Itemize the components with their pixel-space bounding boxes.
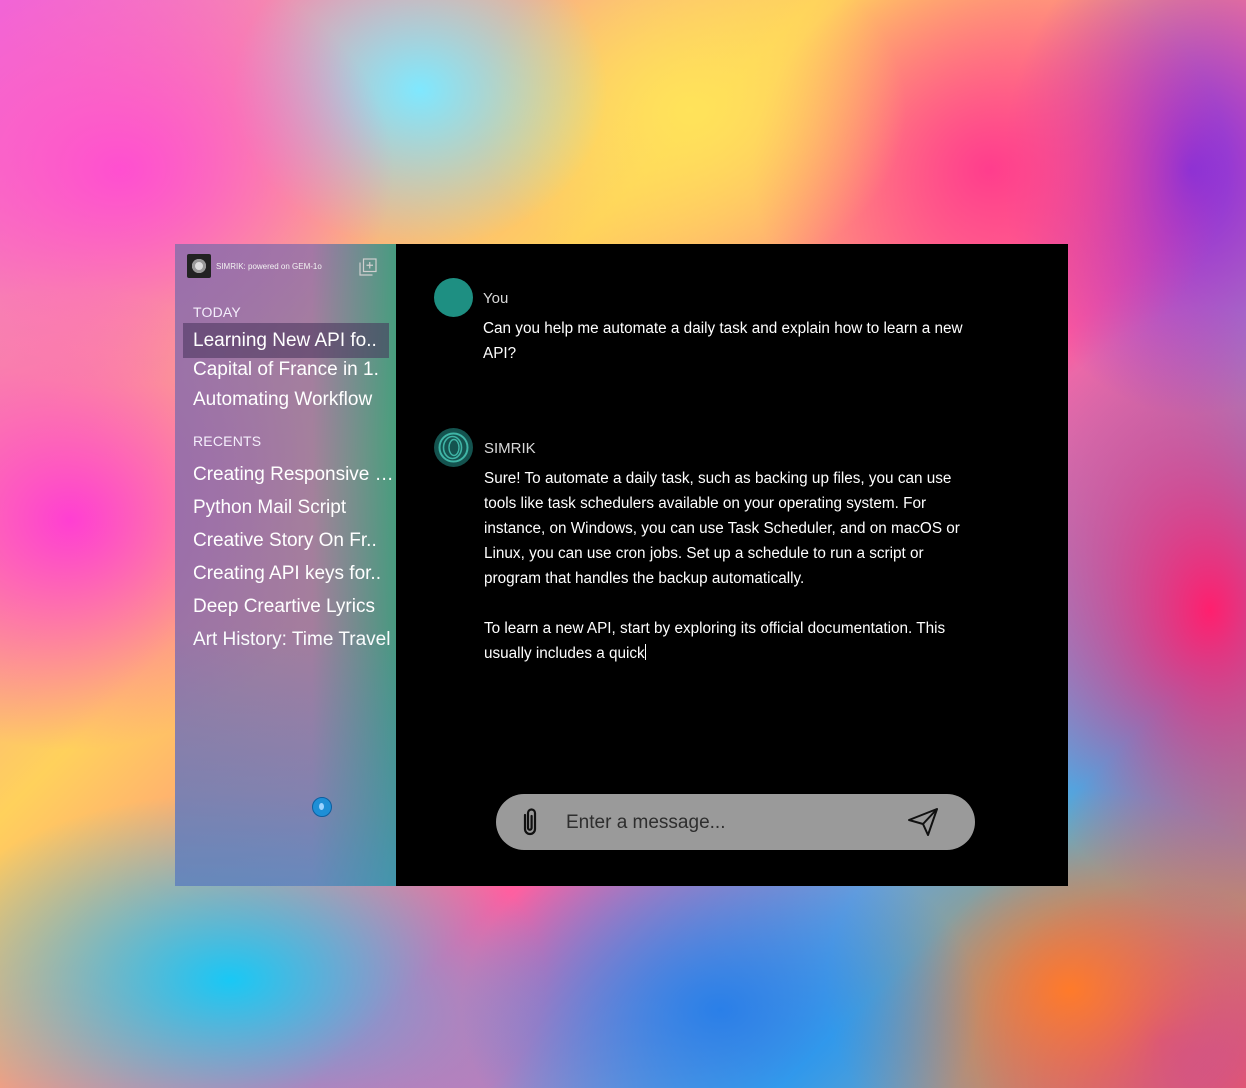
typing-cursor [644, 644, 646, 660]
bot-paragraph-text: To learn a new API, start by exploring i… [484, 620, 946, 662]
bot-name: SIMRIK [484, 440, 536, 457]
chat-window: SIMRIK: powered on GEM-1o TODAY Learning… [175, 244, 1068, 886]
paperclip-icon[interactable] [518, 807, 542, 837]
simrik-logo-icon [187, 254, 211, 278]
brand: SIMRIK: powered on GEM-1o [187, 254, 322, 278]
help-bubble-icon[interactable] [312, 797, 332, 817]
sidebar-item-recent-3[interactable]: Creating API keys for.. [193, 562, 395, 586]
new-chat-icon[interactable] [359, 258, 377, 276]
recents-label: RECENTS [193, 433, 262, 449]
user-avatar [434, 278, 473, 317]
brand-text: SIMRIK: powered on GEM-1o [216, 261, 322, 271]
sidebar-item-today-2[interactable]: Automating Workflow [193, 388, 393, 412]
bot-message-text: Sure! To automate a daily task, such as … [484, 466, 984, 666]
bot-paragraph: To learn a new API, start by exploring i… [484, 616, 984, 666]
sidebar-item-recent-5[interactable]: Art History: Time Travel [193, 628, 395, 652]
sidebar-item-today-1[interactable]: Capital of France in 1. [193, 358, 393, 382]
sidebar-item-recent-0[interactable]: Creating Responsive Websites [193, 463, 395, 487]
sidebar-item-today-0[interactable]: Learning New API fo.. [183, 323, 389, 358]
user-name: You [483, 290, 509, 307]
sidebar-item-recent-2[interactable]: Creative Story On Fr.. [193, 529, 395, 553]
sidebar: SIMRIK: powered on GEM-1o TODAY Learning… [175, 244, 396, 886]
bot-paragraph: Sure! To automate a daily task, such as … [484, 470, 960, 587]
today-label: TODAY [193, 304, 241, 320]
chat-area: You Can you help me automate a daily tas… [396, 244, 1068, 886]
sidebar-item-recent-1[interactable]: Python Mail Script [193, 496, 395, 520]
send-icon[interactable] [906, 806, 940, 838]
simrik-avatar [434, 428, 473, 467]
user-message-text: Can you help me automate a daily task an… [483, 320, 963, 362]
message-composer [496, 794, 975, 850]
sidebar-item-recent-4[interactable]: Deep Creartive Lyrics [193, 595, 395, 619]
message-input[interactable] [564, 807, 888, 839]
